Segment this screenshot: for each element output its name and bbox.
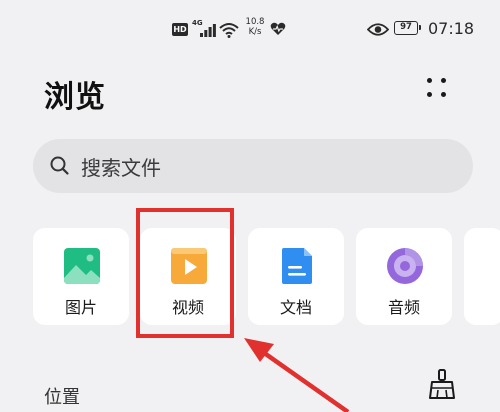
category-label: 音频	[387, 298, 420, 317]
annotation-arrow	[244, 338, 350, 412]
document-icon	[282, 248, 312, 284]
section-title-location: 位置	[44, 387, 80, 408]
category-card-documents[interactable]: 文档	[248, 228, 344, 325]
speed-value: 10.8	[245, 17, 265, 27]
category-label: 图片	[64, 298, 97, 317]
signal-icon	[200, 24, 216, 37]
status-time: 07:18	[428, 19, 475, 38]
category-card-more[interactable]	[464, 228, 500, 325]
hd-badge: HD	[172, 23, 188, 36]
broom-icon[interactable]	[428, 368, 456, 400]
more-options-button[interactable]	[424, 74, 454, 104]
battery-icon: 97	[394, 21, 421, 35]
wifi-icon	[219, 23, 239, 38]
eye-comfort-icon	[367, 23, 389, 36]
page-title: 浏览	[44, 80, 106, 115]
dot	[427, 92, 432, 97]
highlight-box	[136, 208, 234, 338]
image-icon	[64, 248, 100, 284]
search-input[interactable]: 搜索文件	[33, 139, 473, 193]
search-placeholder: 搜索文件	[81, 156, 161, 180]
category-card-audio[interactable]: 音频	[356, 228, 452, 325]
category-card-images[interactable]: 图片	[33, 228, 129, 325]
search-icon	[50, 156, 69, 175]
status-bar: HD 4G 10.8 K/s 97 07:18	[0, 14, 500, 44]
category-label: 文档	[279, 298, 312, 317]
audio-icon	[387, 248, 423, 284]
dot	[427, 78, 432, 83]
health-heart-icon	[270, 22, 286, 35]
speed-unit: K/s	[248, 27, 262, 37]
battery-level: 97	[400, 22, 412, 32]
dot	[441, 78, 446, 83]
network-speed: 10.8 K/s	[243, 17, 267, 37]
dot	[441, 92, 446, 97]
